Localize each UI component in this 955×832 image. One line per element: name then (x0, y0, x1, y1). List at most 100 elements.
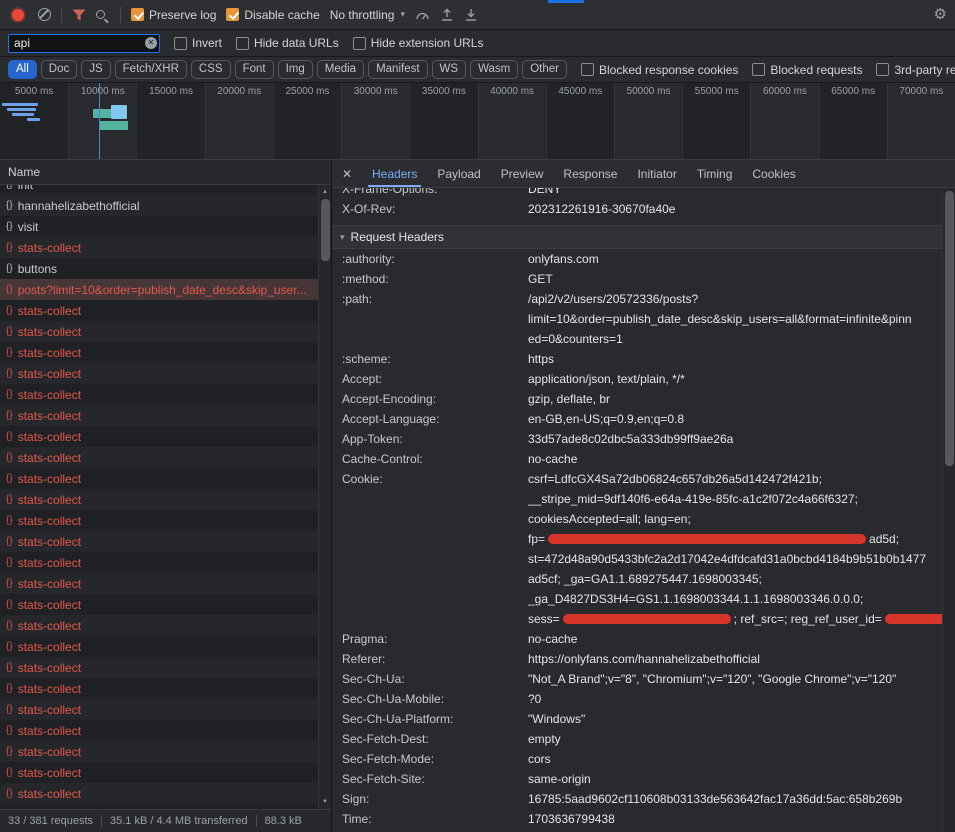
filter-pill-wasm[interactable]: Wasm (470, 60, 518, 79)
request-row[interactable]: {}stats-collect (0, 678, 318, 699)
request-row[interactable]: {}stats-collect (0, 363, 318, 384)
invert-checkbox[interactable]: Invert (174, 36, 222, 50)
scroll-down-icon[interactable]: ▼ (319, 799, 331, 805)
header-value-line: ?0 (528, 689, 942, 709)
close-icon[interactable]: ✕ (332, 160, 362, 187)
export-har-icon[interactable] (464, 8, 478, 22)
request-headers-section[interactable]: ▾Request Headers (332, 225, 942, 249)
clear-search-icon[interactable]: ✕ (145, 37, 157, 49)
filter-search-input[interactable] (8, 34, 160, 53)
third-party-requests-checkbox[interactable]: 3rd-party requests (876, 63, 955, 77)
third-party-requests-box[interactable] (876, 63, 889, 76)
request-row[interactable]: {}buttons (0, 258, 318, 279)
name-column-header[interactable]: Name (0, 160, 331, 185)
settings-gear-icon[interactable]: ⚙ (934, 7, 947, 22)
request-name: stats-collect (18, 430, 81, 444)
request-row[interactable]: {}hannahelizabethofficial (0, 195, 318, 216)
tab-preview[interactable]: Preview (491, 160, 554, 187)
header-value: 202312261916-30670fa40e (528, 199, 942, 219)
filter-pill-css[interactable]: CSS (191, 60, 231, 79)
request-row[interactable]: {}stats-collect (0, 321, 318, 342)
request-row[interactable]: {}stats-collect (0, 237, 318, 258)
timeline-overview[interactable]: 5000 ms10000 ms15000 ms20000 ms25000 ms3… (0, 83, 955, 160)
scrollbar-thumb[interactable] (945, 191, 954, 466)
import-har-icon[interactable] (440, 8, 454, 22)
invert-box[interactable] (174, 37, 187, 50)
throttling-dropdown[interactable]: No throttling ▾ (330, 8, 405, 22)
tab-headers[interactable]: Headers (362, 160, 427, 187)
filter-pill-font[interactable]: Font (235, 60, 274, 79)
request-name: buttons (18, 262, 57, 276)
request-row[interactable]: {}stats-collect (0, 615, 318, 636)
tab-cookies[interactable]: Cookies (742, 160, 805, 187)
request-row[interactable]: {}stats-collect (0, 531, 318, 552)
request-row[interactable]: {}stats-collect (0, 468, 318, 489)
blocked-response-cookies-box[interactable] (581, 63, 594, 76)
request-row[interactable]: {}stats-collect (0, 552, 318, 573)
resources-size: 88.3 kB (265, 815, 302, 827)
filter-pill-js[interactable]: JS (81, 60, 110, 79)
tab-payload[interactable]: Payload (427, 160, 490, 187)
request-row[interactable]: {}stats-collect (0, 741, 318, 762)
filter-pill-other[interactable]: Other (522, 60, 567, 79)
blocked-requests-box[interactable] (752, 63, 765, 76)
disable-cache-checkbox[interactable]: Disable cache (226, 8, 319, 22)
overview-column: 70000 ms (887, 83, 955, 159)
request-name: stats-collect (18, 388, 81, 402)
request-row[interactable]: {}stats-collect (0, 699, 318, 720)
request-row[interactable]: {}stats-collect (0, 384, 318, 405)
request-row[interactable]: {}stats-collect (0, 489, 318, 510)
preserve-log-checkbox[interactable]: Preserve log (131, 8, 216, 22)
header-row: :scheme:https (332, 349, 942, 369)
request-row[interactable]: {}stats-collect (0, 594, 318, 615)
overview-time-label: 55000 ms (683, 86, 750, 97)
tab-response[interactable]: Response (553, 160, 627, 187)
request-row[interactable]: {}stats-collect (0, 510, 318, 531)
filter-pill-fetch-xhr[interactable]: Fetch/XHR (115, 60, 187, 79)
request-list-scrollbar[interactable]: ▲ ▼ (318, 185, 331, 809)
header-name: X-Frame-Options: (332, 188, 528, 199)
record-button[interactable] (12, 9, 24, 21)
network-conditions-icon[interactable] (415, 8, 430, 21)
request-row[interactable]: {}stats-collect (0, 447, 318, 468)
request-row[interactable]: {}init (0, 185, 318, 195)
request-row[interactable]: {}stats-collect (0, 342, 318, 363)
filter-pill-img[interactable]: Img (278, 60, 313, 79)
preserve-log-box[interactable] (131, 8, 144, 21)
filter-icon[interactable] (72, 9, 86, 21)
request-row[interactable]: {}stats-collect (0, 657, 318, 678)
script-icon: {} (6, 725, 13, 736)
request-row[interactable]: {}stats-collect (0, 636, 318, 657)
search-icon[interactable] (96, 10, 105, 19)
request-row[interactable]: {}stats-collect (0, 573, 318, 594)
blocked-requests-checkbox[interactable]: Blocked requests (752, 63, 862, 77)
tab-timing[interactable]: Timing (687, 160, 743, 187)
request-row[interactable]: {}stats-collect (0, 300, 318, 321)
scroll-up-icon[interactable]: ▲ (319, 189, 331, 195)
hide-data-urls-checkbox[interactable]: Hide data URLs (236, 36, 339, 50)
request-row[interactable]: {}visit (0, 216, 318, 237)
script-icon: {} (6, 620, 13, 631)
request-name: stats-collect (18, 724, 81, 738)
tab-initiator[interactable]: Initiator (627, 160, 686, 187)
request-row[interactable]: {}stats-collect (0, 783, 318, 804)
request-row[interactable]: {}stats-collect (0, 762, 318, 783)
hide-extension-urls-box[interactable] (353, 37, 366, 50)
filter-pill-ws[interactable]: WS (432, 60, 467, 79)
hide-data-urls-box[interactable] (236, 37, 249, 50)
hide-extension-urls-checkbox[interactable]: Hide extension URLs (353, 36, 484, 50)
blocked-response-cookies-checkbox[interactable]: Blocked response cookies (581, 63, 738, 77)
filter-pill-all[interactable]: All (8, 60, 37, 79)
header-value: no-cache (528, 629, 942, 649)
request-row[interactable]: {}stats-collect (0, 426, 318, 447)
request-row[interactable]: {} stats-collect (0, 720, 318, 741)
filter-pill-manifest[interactable]: Manifest (368, 60, 427, 79)
filter-pill-media[interactable]: Media (317, 60, 364, 79)
clear-button[interactable] (38, 8, 51, 21)
filter-pill-doc[interactable]: Doc (41, 60, 77, 79)
request-row[interactable]: {}posts?limit=10&order=publish_date_desc… (0, 279, 318, 300)
disable-cache-box[interactable] (226, 8, 239, 21)
scrollbar-thumb[interactable] (321, 199, 330, 261)
request-row[interactable]: {}stats-collect (0, 405, 318, 426)
details-scrollbar[interactable] (942, 188, 955, 832)
